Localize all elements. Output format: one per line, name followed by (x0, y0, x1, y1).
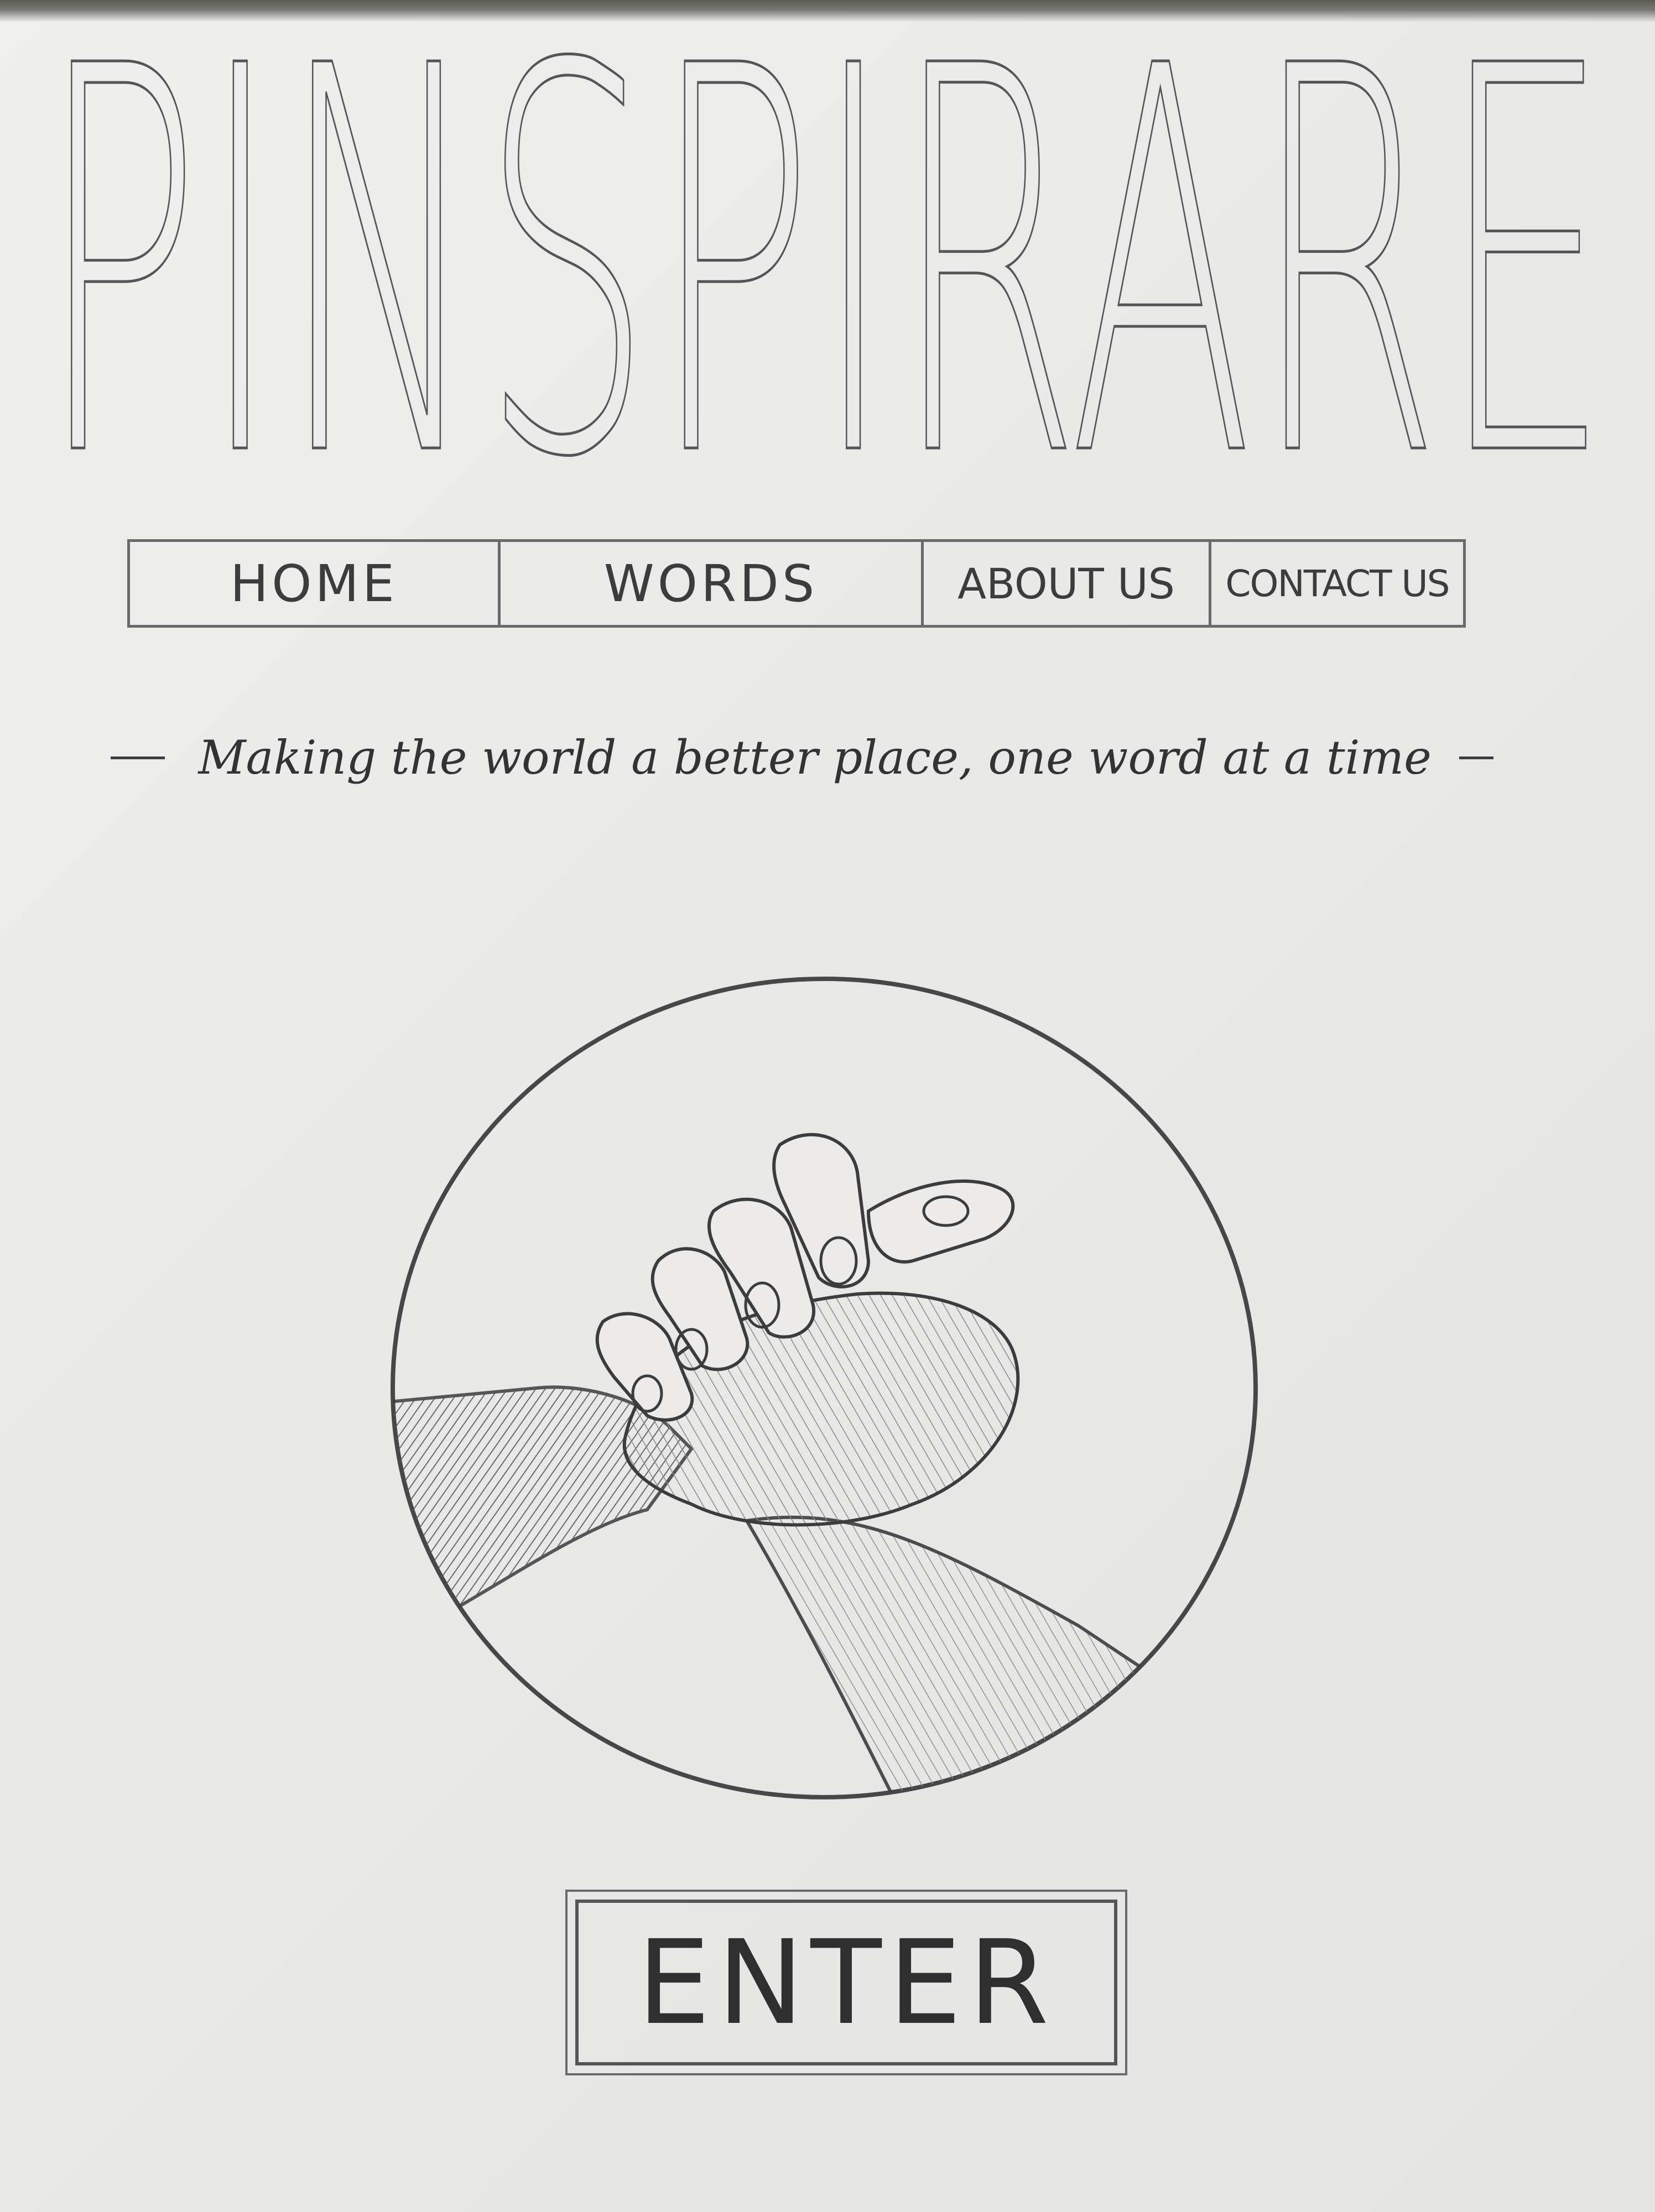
clasped-hands-drawing (393, 1133, 1148, 1797)
tagline-dash-right (1459, 756, 1493, 759)
tagline-dash-left (111, 756, 165, 759)
sketch-page: PINSPIRARE HOME WORDS ABOUT US CONTACT U… (0, 0, 1655, 2212)
site-logo[interactable]: PINSPIRARE (33, 22, 1615, 487)
nav-item-contact-us[interactable]: CONTACT US (1211, 542, 1463, 625)
tagline-row: Making the world a better place, one wor… (111, 719, 1493, 796)
enter-button[interactable]: ENTER (565, 1890, 1127, 2075)
clasped-hands-icon (391, 977, 1258, 1799)
main-nav: HOME WORDS ABOUT US CONTACT US (127, 539, 1466, 628)
paper-edge-shadow (0, 0, 1655, 22)
nav-item-words[interactable]: WORDS (501, 542, 924, 625)
nav-item-home[interactable]: HOME (130, 542, 501, 625)
tagline: Making the world a better place, one wor… (198, 731, 1432, 785)
logo-text: PINSPIRARE (39, 22, 1610, 487)
nav-item-about-us[interactable]: ABOUT US (924, 542, 1211, 625)
